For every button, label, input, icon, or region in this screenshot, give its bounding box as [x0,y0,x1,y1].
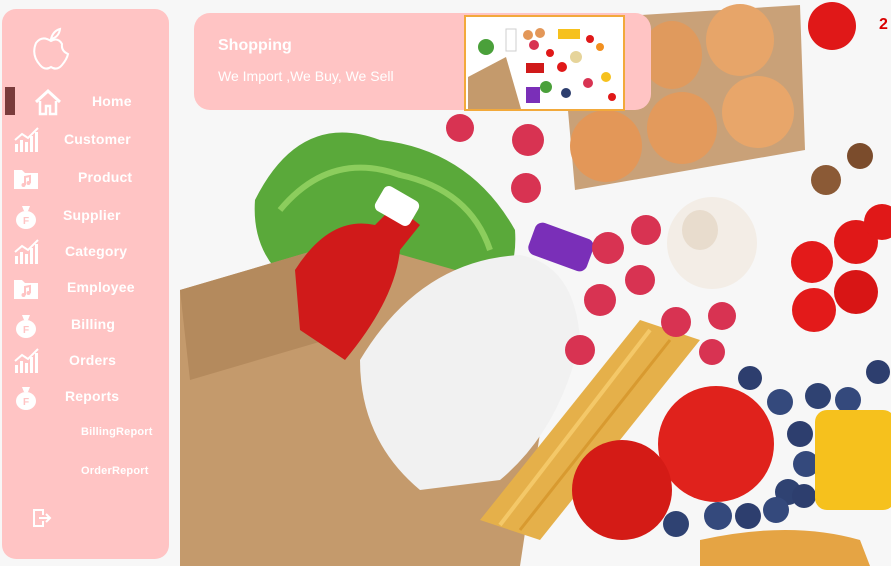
tagline: We Import ,We Buy, We Sell [218,68,394,84]
money-bag-icon: F [16,387,36,410]
nav-item-billing-report[interactable]: BillingReport [2,417,169,451]
nav-item-category[interactable]: Category [2,235,169,269]
nav-item-orders[interactable]: Orders [2,344,169,378]
music-folder-icon [14,280,38,299]
nav-item-order-report[interactable]: OrderReport [2,456,169,490]
nav-item-supplier[interactable]: F Supplier [2,199,169,233]
svg-text:F: F [23,216,29,227]
svg-text:F: F [23,397,29,408]
header-banner: Shopping We Import ,We Buy, We Sell [194,13,651,111]
page-title: Shopping [218,37,292,54]
corner-number: 2 [879,16,888,33]
svg-text:F: F [23,325,29,336]
nav-label-billing: Billing [71,316,116,332]
chart-icon [14,239,39,264]
nav-label-home: Home [92,93,132,109]
nav-label-product: Product [78,169,133,185]
nav-item-home[interactable]: Home [2,85,169,119]
nav-item-reports[interactable]: F Reports [2,380,169,414]
nav-label-category: Category [65,243,128,259]
chart-icon [14,348,39,373]
money-bag-icon: F [16,315,36,338]
chart-icon [14,127,39,152]
nav-label-orders: Orders [69,352,117,368]
nav-label-billing-report: BillingReport [81,426,153,438]
sidebar: Home Customer Product F Supplier Categor… [2,9,169,559]
nav-item-billing[interactable]: F Billing [2,308,169,342]
music-folder-icon [14,170,38,189]
nav-item-employee[interactable]: Employee [2,271,169,305]
nav-label-supplier: Supplier [63,207,121,223]
logout-icon[interactable] [30,507,52,529]
home-icon [34,88,62,116]
nav-label-reports: Reports [65,388,120,404]
money-bag-icon: F [16,206,36,229]
nav-label-employee: Employee [67,279,135,295]
nav-item-product[interactable]: Product [2,161,169,195]
nav-label-customer: Customer [64,131,131,147]
groceries-thumbnail-image [464,15,625,111]
nav-label-order-report: OrderReport [81,465,149,477]
nav-item-customer[interactable]: Customer [2,123,169,157]
apple-logo-icon [33,27,70,70]
